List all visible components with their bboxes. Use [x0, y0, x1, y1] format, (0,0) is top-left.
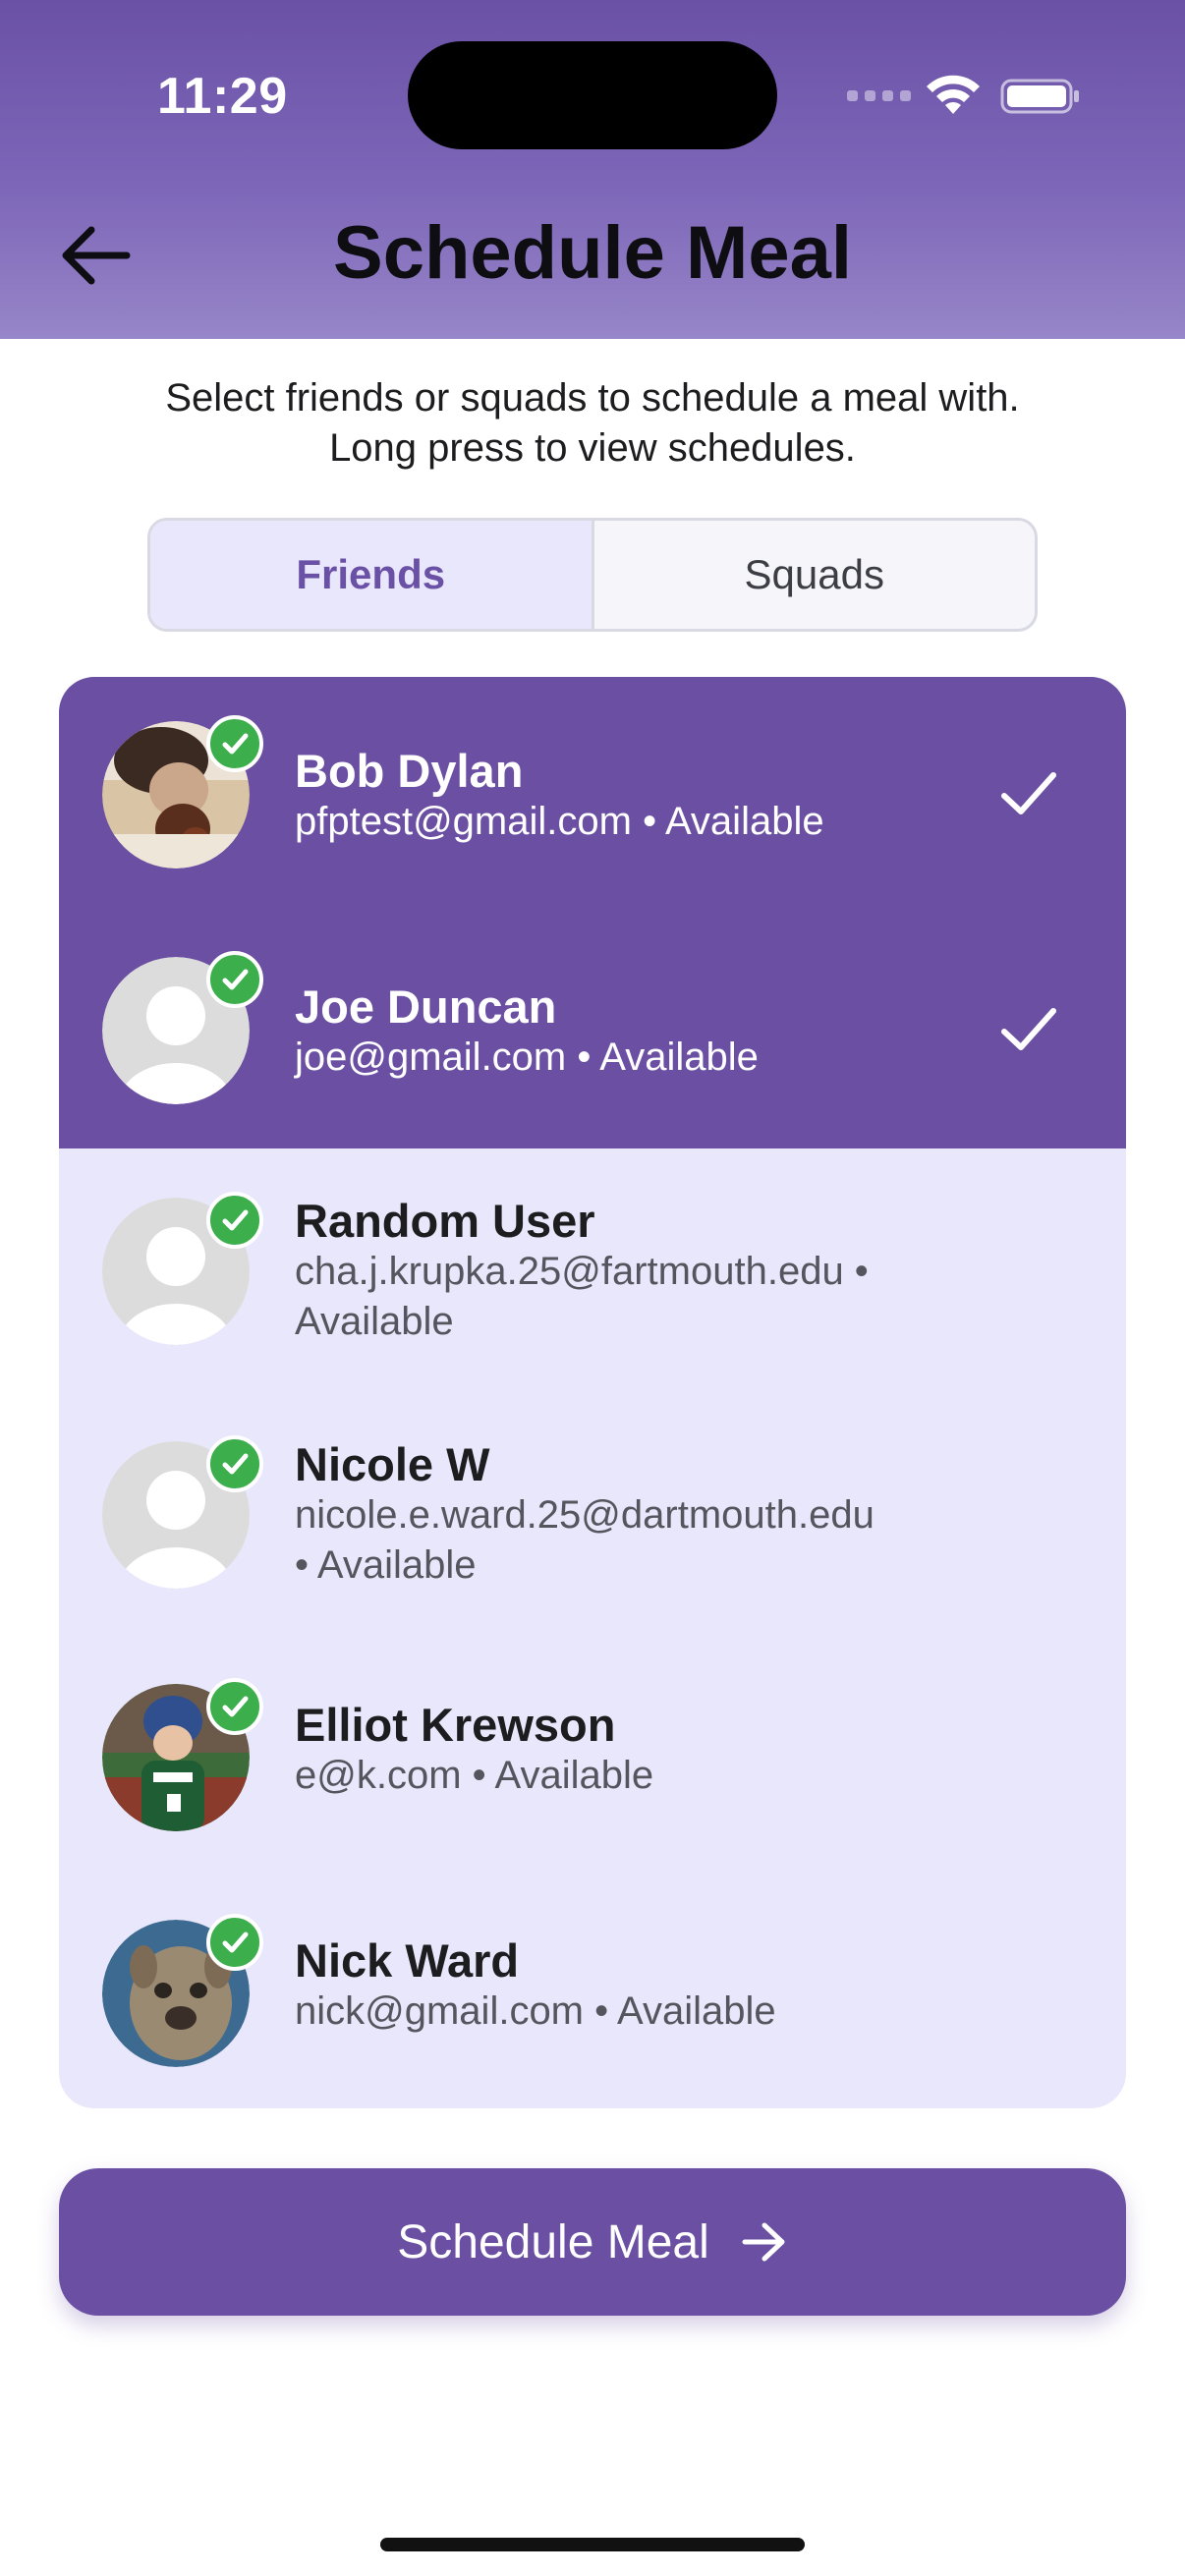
available-badge-icon — [206, 1678, 263, 1735]
status-time: 11:29 — [157, 68, 288, 125]
tab-squads[interactable]: Squads — [594, 521, 1036, 629]
friend-email-status: pfptest@gmail.com • Available — [295, 800, 824, 843]
friend-name: Nicole W — [295, 1438, 490, 1490]
friend-status: • Available — [295, 1543, 477, 1587]
friend-name: Bob Dylan — [295, 745, 524, 797]
schedule-meal-button[interactable]: Schedule Meal — [59, 2168, 1126, 2316]
instructions-line-2: Long press to view schedules. — [329, 426, 856, 470]
friends-list: Bob Dylan pfptest@gmail.com • Available … — [59, 677, 1126, 2108]
home-indicator — [380, 2538, 805, 2551]
friend-row-joe-duncan[interactable]: Joe Duncan joe@gmail.com • Available — [59, 913, 1126, 1148]
friend-row-elliot-krewson[interactable]: Elliot Krewson e@k.com • Available — [59, 1635, 1126, 1871]
avatar — [102, 951, 263, 1104]
friend-email: cha.j.krupka.25@fartmouth.edu • — [295, 1250, 869, 1293]
friend-email: nicole.e.ward.25@dartmouth.edu — [295, 1493, 875, 1537]
available-badge-icon — [206, 1192, 263, 1249]
friend-name: Nick Ward — [295, 1934, 520, 1987]
header-bar: 11:29 Schedule Meal — [0, 0, 1185, 339]
avatar — [102, 1914, 263, 2067]
friend-name: Elliot Krewson — [295, 1699, 616, 1751]
available-badge-icon — [206, 951, 263, 1008]
dynamic-island — [408, 41, 777, 149]
friend-status: Available — [295, 1300, 454, 1343]
friend-email-status: nick@gmail.com • Available — [295, 1989, 776, 2033]
friend-name: Random User — [295, 1195, 595, 1247]
available-badge-icon — [206, 1914, 263, 1971]
instructions-text: Select friends or squads to schedule a m… — [59, 373, 1126, 474]
friend-row-random-user[interactable]: Random User cha.j.krupka.25@fartmouth.ed… — [59, 1148, 1126, 1394]
instructions-line-1: Select friends or squads to schedule a m… — [165, 376, 1020, 420]
wifi-icon — [927, 75, 980, 114]
available-badge-icon — [206, 1435, 263, 1492]
friends-squads-toggle: Friends Squads — [147, 518, 1038, 632]
checkmark-icon — [1001, 1008, 1056, 1050]
friend-name: Joe Duncan — [295, 980, 557, 1033]
arrow-right-icon — [742, 2222, 785, 2262]
avatar — [102, 1435, 263, 1589]
avatar — [102, 1678, 263, 1831]
page-title: Schedule Meal — [333, 211, 852, 295]
friend-email-status: e@k.com • Available — [295, 1754, 654, 1797]
friend-row-bob-dylan[interactable]: Bob Dylan pfptest@gmail.com • Available — [59, 677, 1126, 913]
schedule-meal-button-label: Schedule Meal — [397, 2215, 709, 2268]
friend-email-status: joe@gmail.com • Available — [295, 1036, 759, 1079]
friend-row-nicole-w[interactable]: Nicole W nicole.e.ward.25@dartmouth.edu … — [59, 1394, 1126, 1635]
avatar — [102, 1192, 263, 1345]
battery-icon — [1000, 79, 1079, 114]
cellular-signal-icon — [847, 90, 911, 101]
friend-row-nick-ward[interactable]: Nick Ward nick@gmail.com • Available — [59, 1871, 1126, 2108]
checkmark-icon — [1001, 772, 1056, 814]
status-bar: 11:29 — [0, 0, 1185, 187]
tab-friends[interactable]: Friends — [150, 521, 594, 629]
avatar — [102, 715, 263, 868]
available-badge-icon — [206, 715, 263, 772]
